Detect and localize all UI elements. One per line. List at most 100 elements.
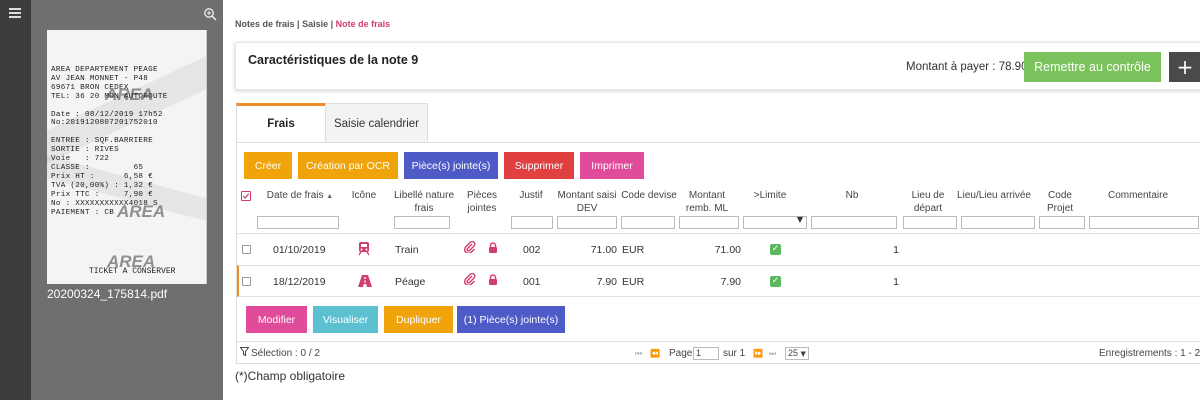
tab-calendar[interactable]: Saisie calendrier [325,103,428,143]
column-header-amount-ml: Montant remb. ML [685,190,729,214]
row-amount-dev: 7.90 [596,276,617,288]
left-toolbar [0,0,31,400]
road-icon [358,275,372,287]
row-date: 18/12/2019 [273,276,326,288]
required-field-note: (*)Champ obligatoire [235,369,346,383]
selection-count: Sélection : 0 / 2 [251,348,320,359]
row-justif: 001 [523,276,541,288]
last-page-icon[interactable]: ⏭ [769,349,776,359]
check-icon: ✓ [770,244,781,255]
filter-limit-select[interactable]: ▼ [743,215,807,229]
column-header-comment: Commentaire [1107,190,1169,201]
row-label: Péage [395,276,426,288]
column-header-limit: >Limite [753,190,787,201]
row-currency: EUR [622,244,645,256]
page-total: sur 1 [723,348,746,359]
paperclip-icon[interactable] [464,273,476,285]
row-label: Train [395,244,419,256]
lock-icon [489,242,497,253]
attachments-button[interactable]: Pièce(s) jointe(s) [404,152,498,179]
records-count: Enregistrements : 1 - 2 / [1099,348,1200,359]
receipt-watermark: AREA [117,202,166,221]
page-title: Caractéristiques de la note 9 [248,53,419,67]
page-size-select[interactable]: 25 ▼ [785,347,809,360]
add-button[interactable]: + [1169,52,1200,82]
receipt-watermark: AREA [105,85,154,104]
row-checkbox[interactable] [242,245,251,254]
check-icon: ✓ [770,276,781,287]
print-button[interactable]: Imprimer [580,152,644,179]
filter-date[interactable] [257,216,339,229]
create-button[interactable]: Créer [244,152,292,179]
page-label: Page [669,348,693,359]
receipt-image[interactable]: AREA DEPARTEMENT PEAGE AV JEAN MONNET - … [47,30,207,284]
page-input[interactable]: 1 [693,347,719,360]
column-header-departure: Lieu de départ [911,190,945,214]
row-amount-ml: 7.90 [720,276,741,288]
ocr-create-button[interactable]: Création par OCR [298,152,398,179]
tab-frais[interactable]: Frais [236,103,325,143]
train-icon [358,242,370,256]
filter-arrival[interactable] [961,216,1035,229]
row-nb: 1 [893,244,899,256]
table-row[interactable]: 18/12/2019 Péage 001 7.90 EUR 7.90 ✓ 1 [237,265,1200,297]
row-amount-dev: 71.00 [590,244,617,256]
row-attachments-button[interactable]: (1) Pièce(s) jointe(s) [457,306,565,333]
column-header-project: Code Projet [1046,190,1074,214]
row-nb: 1 [893,276,899,288]
previous-page-icon[interactable]: ⏪ [650,349,660,358]
document-preview-panel: AREA DEPARTEMENT PEAGE AV JEAN MONNET - … [31,0,223,400]
column-header-date[interactable]: Date de frais ▲ [265,189,335,203]
breadcrumb-link[interactable]: Saisie [302,19,328,29]
app-root: AREA DEPARTEMENT PEAGE AV JEAN MONNET - … [0,0,1200,400]
receipt-footer: TICKET A CONSERVER [89,267,176,276]
next-page-icon[interactable]: ⏩ [753,349,763,358]
edit-button[interactable]: Modifier [246,306,307,333]
delete-button[interactable]: Supprimer [504,152,574,179]
column-header-justif: Justif [519,190,543,201]
column-header-arrival: Lieu/Lieu arrivée [957,190,1031,201]
column-header-amount-dev: Montant saisi DEV [557,190,617,214]
row-amount-ml: 71.00 [714,244,741,256]
breadcrumb-current: Note de frais [335,19,391,29]
filter-currency[interactable] [621,216,675,229]
table-footer: Sélection : 0 / 2 ⏮ ⏪ Page 1 sur 1 ⏩ ⏭ 2… [237,341,1200,365]
filter-amount-dev[interactable] [557,216,617,229]
row-currency: EUR [622,276,645,288]
view-button[interactable]: Visualiser [313,306,378,333]
return-to-control-button[interactable]: Remettre au contrôle [1024,52,1161,82]
filter-label[interactable] [394,216,450,229]
first-page-icon[interactable]: ⏮ [635,349,642,359]
sort-icon: ▲ [326,193,334,200]
select-all-checkbox[interactable] [241,191,251,201]
column-header-label: Libellé nature frais [393,190,455,214]
filter-project[interactable] [1039,216,1085,229]
expenses-panel: Créer Création par OCR Pièce(s) jointe(s… [236,142,1200,364]
row-justif: 002 [523,244,541,256]
column-header-icon: Icône [351,190,377,201]
zoom-in-icon[interactable] [203,7,217,21]
main-content: Notes de frais | Saisie | Note de frais … [223,0,1200,400]
lock-icon [489,274,497,285]
column-header-attachments: Pièces jointes [466,190,497,214]
row-checkbox[interactable] [242,277,251,286]
chevron-down-icon: ▼ [796,215,803,224]
header-card: Caractéristiques de la note 9 Montant à … [235,42,1200,90]
filter-icon[interactable] [240,347,249,356]
breadcrumb-separator: | [328,19,336,29]
duplicate-button[interactable]: Dupliquer [384,306,453,333]
file-name: 20200324_175814.pdf [47,287,168,301]
filter-nb[interactable] [811,216,897,229]
chevron-down-icon: ▼ [800,350,806,358]
filter-amount-ml[interactable] [679,216,739,229]
column-header-currency: Code devise [621,190,677,201]
filter-justif[interactable] [511,216,553,229]
breadcrumb-link[interactable]: Notes de frais [235,19,295,29]
table-row[interactable]: 01/10/2019 Train 002 71.00 EUR 71.00 ✓ 1 [237,233,1200,265]
paperclip-icon[interactable] [464,241,476,253]
hamburger-menu-icon[interactable] [9,8,21,20]
breadcrumb: Notes de frais | Saisie | Note de frais [235,19,390,29]
filter-comment[interactable] [1089,216,1199,229]
filter-departure[interactable] [903,216,957,229]
breadcrumb-separator: | [294,19,303,29]
